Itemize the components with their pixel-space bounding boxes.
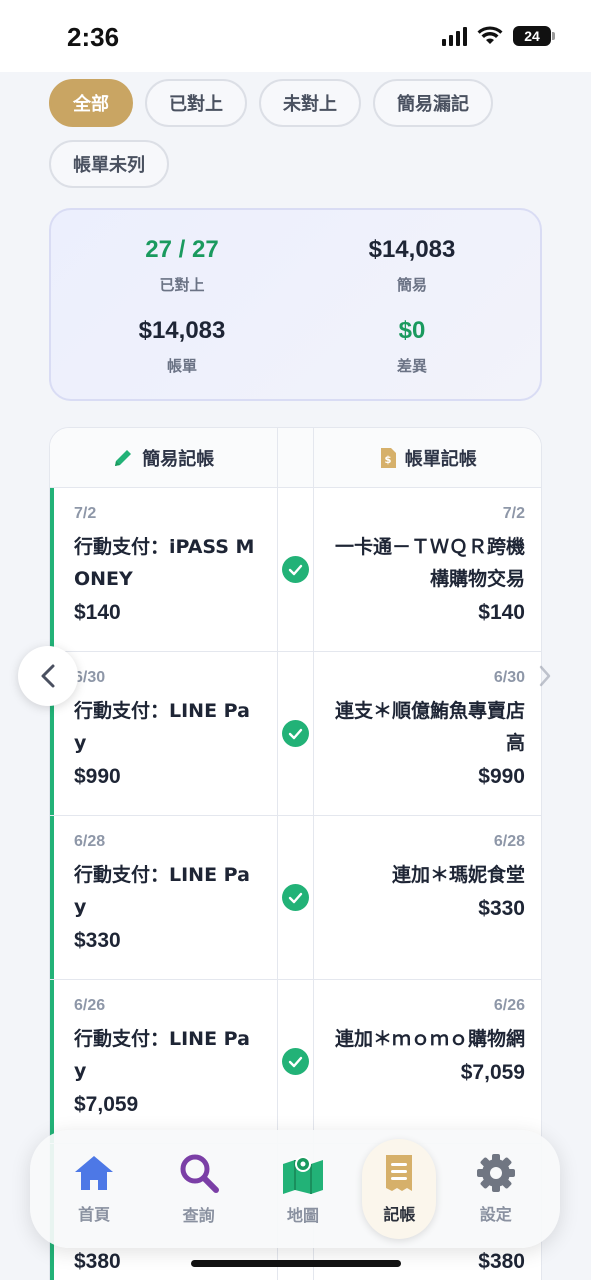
filter-chip-matched[interactable]: 已對上 <box>145 79 247 127</box>
prev-page-button[interactable] <box>18 646 78 706</box>
signal-icon <box>442 26 467 46</box>
bill-label: 帳單 <box>166 357 197 375</box>
filter-chip-all[interactable]: 全部 <box>49 79 133 127</box>
diff-label: 差異 <box>396 357 427 375</box>
matched-value: 27 / 27 <box>145 236 219 263</box>
summary-simple: $14,083 簡易 <box>297 236 527 295</box>
check-icon <box>282 556 309 583</box>
matched-label: 已對上 <box>159 276 205 294</box>
chevron-left-icon <box>41 664 55 688</box>
check-icon <box>282 1048 309 1075</box>
status-time: 2:36 <box>67 22 120 52</box>
tab-map[interactable]: 地圖 <box>258 1141 348 1237</box>
summary-diff: $0 差異 <box>297 317 527 376</box>
check-icon <box>282 884 309 911</box>
tab-search[interactable]: 查詢 <box>154 1141 244 1237</box>
filter-chip-unmatched[interactable]: 未對上 <box>259 79 361 127</box>
filter-chip-bill-unlisted[interactable]: 帳單未列 <box>49 140 169 188</box>
summary-bill: $14,083 帳單 <box>67 317 297 376</box>
chevron-right-icon <box>539 665 551 687</box>
map-icon <box>282 1156 323 1194</box>
list-row[interactable]: 7/2 行動支付：iPASS MONEY $140 7/2 一卡通－ＴＷＱＲ跨機… <box>50 488 541 652</box>
filter-chip-simple-missing[interactable]: 簡易漏記 <box>373 79 493 127</box>
simple-value: $14,083 <box>368 236 456 263</box>
list-row[interactable]: 6/28 行動支付：LINE Pay $330 6/28 連加＊瑪妮食堂 $33… <box>50 816 541 980</box>
status-bar: 2:36 24 <box>0 0 591 72</box>
wifi-icon <box>477 26 503 44</box>
pencil-icon <box>115 449 132 466</box>
receipt-icon <box>386 1155 413 1191</box>
list-row[interactable]: 6/26 行動支付：LINE Pay $7,059 6/26 連加＊ｍｏｍｏ購物… <box>50 980 541 1144</box>
bottom-tab-bar: 首頁 查詢 地圖 記帳 設定 <box>30 1130 560 1248</box>
summary-card: 27 / 27 已對上 $14,083 簡易 $14,083 帳單 $0 差異 <box>49 208 542 401</box>
search-icon <box>180 1154 219 1193</box>
filter-chips: 全部 已對上 未對上 簡易漏記 帳單未列 <box>49 79 549 188</box>
tab-home[interactable]: 首頁 <box>49 1141 139 1237</box>
home-indicator <box>191 1260 401 1267</box>
next-page-button[interactable] <box>520 646 570 706</box>
invoice-icon: $ <box>380 447 396 468</box>
gear-icon <box>476 1154 515 1192</box>
list-header: 簡易記帳 $ 帳單記帳 <box>50 428 541 488</box>
bill-value: $14,083 <box>138 317 226 344</box>
battery-icon: 24 <box>513 26 555 46</box>
bill-header: $ 帳單記帳 <box>314 428 541 487</box>
tab-bookkeeping[interactable]: 記帳 <box>362 1139 437 1239</box>
diff-value: $0 <box>398 317 426 344</box>
simple-header: 簡易記帳 <box>50 428 277 487</box>
simple-header-label: 簡易記帳 <box>142 448 215 470</box>
svg-text:$: $ <box>384 455 391 466</box>
tab-settings[interactable]: 設定 <box>451 1141 541 1237</box>
check-icon <box>282 720 309 747</box>
status-icons: 24 <box>442 26 555 46</box>
list-row[interactable]: 6/30 行動支付：LINE Pay $990 6/30 連支＊順億鮪魚專賣店高… <box>50 652 541 816</box>
home-icon <box>75 1156 114 1190</box>
simple-label: 簡易 <box>396 276 427 294</box>
summary-matched: 27 / 27 已對上 <box>67 236 297 295</box>
bill-header-label: 帳單記帳 <box>404 448 477 470</box>
